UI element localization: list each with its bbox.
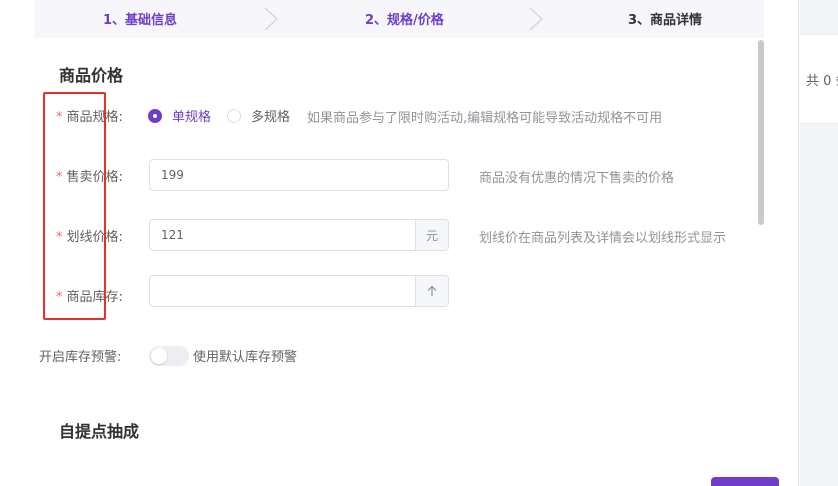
label-strike-price: * 划线价格: [56,230,123,245]
step-basic-info[interactable]: 1、基础信息 [103,9,177,28]
steps-bar: 1、基础信息 2、规格/价格 3、商品详情 [34,0,764,38]
hint-strike-price: 划线价在商品列表及详情会以划线形式显示 [479,231,727,246]
arrow-up-icon [427,285,437,296]
product-edit-drawer: 1、基础信息 2、规格/价格 3、商品详情 商品价格 * 商品规格: 单规格 多规… [0,0,798,486]
step-chevron-icon [529,7,543,31]
radio-multi-spec[interactable]: 多规格 [227,106,290,125]
step-product-detail[interactable]: 3、商品详情 [628,9,702,28]
section-title-price: 商品价格 [59,66,124,85]
radio-single-spec[interactable]: 单规格 [148,106,211,125]
radio-checked-icon [148,108,162,123]
hint-sale-price: 商品没有优惠的情况下售卖的价格 [479,171,675,186]
sale-price-input[interactable] [150,160,448,190]
stock-alert-switch[interactable] [149,346,189,366]
background-total-count: 共 0 条 [806,74,838,89]
step-chevron-icon [264,7,278,31]
label-sale-price: * 售卖价格: [56,170,123,185]
stock-alert-switch-label: 使用默认库存预警 [193,350,298,365]
section-title-commission: 自提点抽成 [59,422,140,441]
radio-unchecked-icon [227,108,241,123]
step-spec-price[interactable]: 2、规格/价格 [365,9,444,28]
label-product-spec: * 商品规格: [56,110,123,125]
unit-yuan-label: 元 [415,220,448,250]
strike-price-input-wrapper: 元 [149,219,449,251]
scrollbar-thumb[interactable] [758,40,764,225]
sale-price-input-wrapper [149,159,449,191]
hint-spec: 如果商品参与了限时购活动,编辑规格可能导致活动规格不可用 [307,111,663,126]
label-stock-alert: 开启库存预警: [39,350,122,365]
strike-price-input[interactable] [150,220,415,250]
next-step-button[interactable] [711,477,779,486]
stock-increase-button[interactable] [415,276,448,306]
stock-input[interactable] [150,276,415,306]
label-stock: * 商品库存: [56,290,123,305]
stock-input-wrapper [149,275,449,307]
